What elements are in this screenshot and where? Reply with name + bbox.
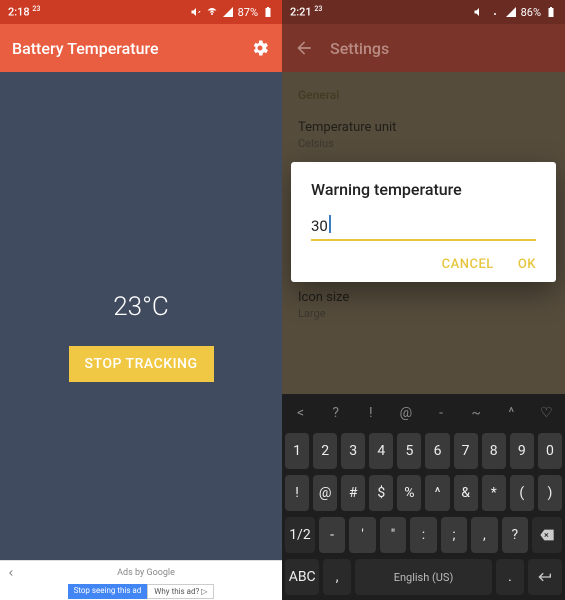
- ad-label: Ads by Google: [16, 568, 276, 578]
- key[interactable]: 2: [313, 433, 337, 469]
- key[interactable]: @: [390, 399, 421, 427]
- key[interactable]: 8: [482, 433, 506, 469]
- keyboard-row: 1/2 -'":;,?: [285, 517, 562, 553]
- text-cursor: [329, 215, 331, 233]
- status-icons: 86%: [473, 6, 557, 19]
- key[interactable]: @: [313, 475, 337, 511]
- wifi-icon: [489, 6, 501, 18]
- key[interactable]: *: [482, 475, 506, 511]
- stop-tracking-button[interactable]: STOP TRACKING: [69, 346, 214, 382]
- key[interactable]: ~: [461, 399, 492, 427]
- key[interactable]: !: [355, 399, 386, 427]
- warning-temp-dialog: Warning temperature CANCEL OK: [291, 162, 556, 282]
- ad-stop-button[interactable]: Stop seeing this ad: [68, 584, 148, 599]
- key[interactable]: !: [285, 475, 309, 511]
- mute-icon: [190, 6, 202, 18]
- main-body: 23°C STOP TRACKING Ads by Google Stop se…: [0, 72, 282, 600]
- key-space[interactable]: English (US): [355, 559, 492, 595]
- key[interactable]: -: [426, 399, 457, 427]
- key[interactable]: ,: [471, 517, 497, 553]
- battery-icon: [545, 6, 557, 18]
- status-bar: 2:18 23 87%: [0, 0, 282, 24]
- key[interactable]: (: [510, 475, 534, 511]
- key[interactable]: ': [349, 517, 375, 553]
- keyboard-suggestion-row: <?!@-~^♡: [285, 399, 562, 427]
- settings-body: General Temperature unit Celsius Allow n…: [282, 72, 565, 600]
- key[interactable]: %: [397, 475, 421, 511]
- ok-button[interactable]: OK: [518, 257, 536, 272]
- screen-left: 2:18 23 87% Battery Temperature 23°C STO…: [0, 0, 282, 600]
- keyboard-row: !@#$%^&*(): [285, 475, 562, 511]
- ad-why-button[interactable]: Why this ad? ▷: [147, 584, 214, 599]
- status-time: 2:18 23: [8, 5, 40, 19]
- key[interactable]: ;: [441, 517, 467, 553]
- keyboard-row: 1234567890: [285, 433, 562, 469]
- key[interactable]: 4: [369, 433, 393, 469]
- key[interactable]: 5: [397, 433, 421, 469]
- status-icons: 87%: [190, 6, 274, 19]
- settings-icon[interactable]: [250, 38, 270, 58]
- app-bar: Settings: [282, 24, 565, 72]
- key-comma[interactable]: ,: [323, 559, 350, 595]
- signal-icon: [505, 6, 517, 18]
- status-time: 2:21 23: [290, 5, 322, 19]
- key[interactable]: &: [454, 475, 478, 511]
- key[interactable]: ?: [502, 517, 528, 553]
- key[interactable]: ^: [496, 399, 527, 427]
- key-dot[interactable]: .: [496, 559, 523, 595]
- wifi-icon: [206, 6, 218, 18]
- battery-percent: 87%: [238, 6, 258, 19]
- key[interactable]: ^: [425, 475, 449, 511]
- ad-back-icon[interactable]: [6, 563, 16, 582]
- key-shift[interactable]: 1/2: [285, 517, 315, 553]
- signal-icon: [222, 6, 234, 18]
- key-abc[interactable]: ABC: [285, 559, 319, 595]
- key[interactable]: 7: [454, 433, 478, 469]
- app-title: Battery Temperature: [12, 39, 159, 58]
- key[interactable]: ♡: [531, 399, 562, 427]
- key[interactable]: $: [369, 475, 393, 511]
- key[interactable]: 6: [425, 433, 449, 469]
- key-backspace[interactable]: [532, 517, 562, 553]
- key[interactable]: ": [380, 517, 406, 553]
- key[interactable]: #: [341, 475, 365, 511]
- ad-banner: Ads by Google Stop seeing this ad Why th…: [0, 560, 282, 600]
- cancel-button[interactable]: CANCEL: [442, 257, 494, 272]
- key[interactable]: :: [410, 517, 436, 553]
- keyboard-row: ABC , English (US) .: [285, 559, 562, 595]
- warning-temp-input[interactable]: [311, 213, 536, 241]
- app-title: Settings: [330, 39, 389, 58]
- keyboard: <?!@-~^♡ 1234567890 !@#$%^&*() 1/2 -'":;…: [282, 394, 565, 600]
- screen-right: 2:21 23 86% Settings General Temperature…: [282, 0, 565, 600]
- battery-icon: [262, 6, 274, 18]
- key[interactable]: 1: [285, 433, 309, 469]
- mute-icon: [473, 6, 485, 18]
- back-icon[interactable]: [294, 38, 314, 58]
- key[interactable]: 3: [341, 433, 365, 469]
- status-bar: 2:21 23 86%: [282, 0, 565, 24]
- app-bar: Battery Temperature: [0, 24, 282, 72]
- key[interactable]: 0: [538, 433, 562, 469]
- temperature-display: 23°C: [113, 292, 169, 322]
- dialog-title: Warning temperature: [311, 180, 536, 199]
- key[interactable]: 9: [510, 433, 534, 469]
- key[interactable]: -: [319, 517, 345, 553]
- key[interactable]: ?: [320, 399, 351, 427]
- key-enter[interactable]: [528, 559, 562, 595]
- key[interactable]: <: [285, 399, 316, 427]
- battery-percent: 86%: [521, 6, 541, 19]
- key[interactable]: ): [538, 475, 562, 511]
